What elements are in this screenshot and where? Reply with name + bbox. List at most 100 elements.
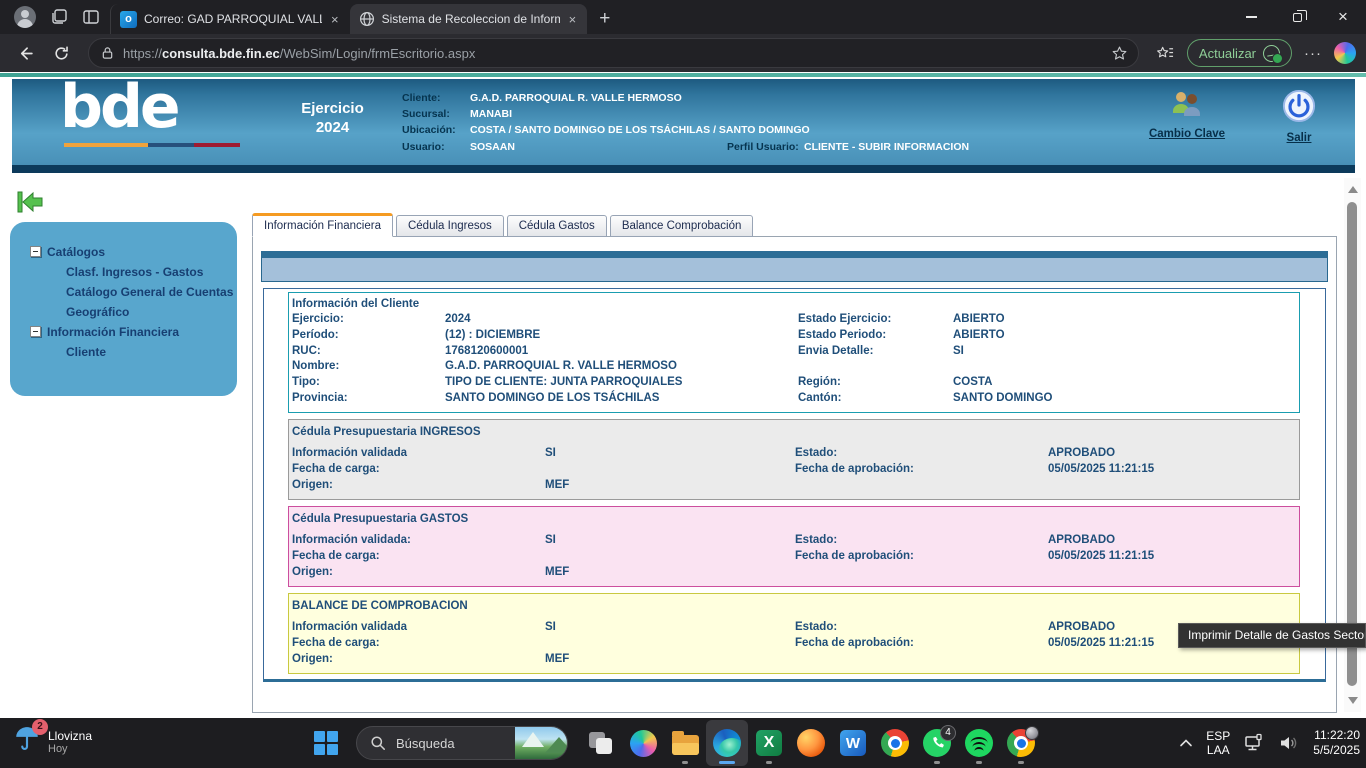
salir-link[interactable]: Salir <box>1244 89 1354 144</box>
firefox-icon[interactable] <box>790 720 832 766</box>
sidebar-item-catalogo-general-cuentas[interactable]: Catálogo General de Cuentas <box>10 282 237 302</box>
field-value: TIPO DE CLIENTE: JUNTA PARROQUIALES <box>445 375 798 391</box>
section-title: Cédula Presupuestaria INGRESOS <box>292 424 1299 440</box>
date: 5/5/2025 <box>1313 743 1360 758</box>
scrollbar-thumb[interactable] <box>1347 202 1357 686</box>
close-tab-icon[interactable]: × <box>567 12 579 27</box>
tree-minus-icon[interactable] <box>30 246 41 257</box>
tab-cedula-ingresos[interactable]: Cédula Ingresos <box>396 215 504 237</box>
network-icon[interactable] <box>1243 733 1265 753</box>
cliente-label: Cliente: <box>402 90 470 106</box>
system-tray: ESP LAA 11:22:20 5/5/2025 <box>1179 718 1360 768</box>
spotify-icon[interactable] <box>958 720 1000 766</box>
sidebar-item-clasf-ingresos-gastos[interactable]: Clasf. Ingresos - Gastos <box>10 262 237 282</box>
more-options-icon[interactable]: ··· <box>1298 45 1328 62</box>
edge-icon[interactable] <box>706 720 748 766</box>
content-container: Información del Cliente Ejercicio:2024Es… <box>252 236 1337 713</box>
sidebar-item-informacion-financiera[interactable]: Información Financiera <box>10 322 237 342</box>
tab-informacion-financiera[interactable]: Información Financiera <box>252 213 393 237</box>
field-label <box>798 359 953 375</box>
section-cedula-ingresos: Cédula Presupuestaria INGRESOS Informaci… <box>288 419 1300 500</box>
globe-icon <box>359 11 375 27</box>
tree-minus-icon[interactable] <box>30 326 41 337</box>
weather-badge: 2 <box>32 719 48 735</box>
field-value: MEF <box>545 477 795 493</box>
copilot-icon[interactable] <box>1334 42 1356 64</box>
back-icon[interactable] <box>10 38 40 68</box>
vertical-tabs-icon[interactable] <box>82 8 100 26</box>
section-title: Cédula Presupuestaria GASTOS <box>292 511 1299 527</box>
word-icon[interactable]: W <box>832 720 874 766</box>
field-label: Región: <box>798 375 953 391</box>
field-label: Origen: <box>292 564 545 580</box>
start-button[interactable] <box>314 731 338 755</box>
scroll-up-icon[interactable] <box>1348 186 1358 193</box>
field-value: ABIERTO <box>953 328 1299 344</box>
field-value <box>545 461 795 477</box>
sidebar-item-catalogos[interactable]: Catálogos <box>10 242 237 262</box>
chrome-icon[interactable] <box>874 720 916 766</box>
browser-tab-sistema[interactable]: Sistema de Recoleccion de Inform × <box>350 4 588 34</box>
scroll-down-icon[interactable] <box>1348 697 1358 704</box>
browser-toolbar: https://consulta.bde.fin.ec/WebSim/Login… <box>0 34 1366 72</box>
taskbar: 2 Llovizna Hoy Búsqueda X W <box>0 718 1366 768</box>
weather-widget[interactable]: 2 Llovizna Hoy <box>6 723 100 760</box>
search-placeholder: Búsqueda <box>396 736 455 751</box>
excel-icon[interactable]: X <box>748 720 790 766</box>
refresh-icon[interactable] <box>46 38 76 68</box>
clock[interactable]: 11:22:20 5/5/2025 <box>1313 728 1360 758</box>
actualizar-button[interactable]: Actualizar <box>1187 39 1292 67</box>
browser-tab-outlook[interactable]: o Correo: GAD PARROQUIAL VALLE × <box>110 4 350 34</box>
outlook-icon: o <box>120 11 137 28</box>
favorites-icon[interactable] <box>1151 38 1181 68</box>
bookmark-star-icon[interactable] <box>1111 45 1128 62</box>
sucursal-label: Sucursal: <box>402 106 470 122</box>
tab-cedula-gastos[interactable]: Cédula Gastos <box>507 215 607 237</box>
profile-badge <box>1025 726 1039 740</box>
sidebar-item-cliente[interactable]: Cliente <box>10 342 237 362</box>
bde-logo: bde <box>60 75 178 139</box>
copilot-taskbar-icon[interactable] <box>622 720 664 766</box>
restore-button[interactable] <box>1274 0 1320 34</box>
actualizar-label: Actualizar <box>1199 46 1256 61</box>
field-value: SI <box>545 532 795 548</box>
chrome-profile-icon[interactable] <box>1000 720 1042 766</box>
field-label: Período: <box>292 328 445 344</box>
tray-chevron-icon[interactable] <box>1179 738 1193 748</box>
field-label: Cantón: <box>798 391 953 407</box>
health-check-icon <box>1263 45 1280 62</box>
browser-titlebar: o Correo: GAD PARROQUIAL VALLE × Sistema… <box>0 0 1366 34</box>
perfil-label: Perfil Usuario: <box>727 139 804 155</box>
whatsapp-icon[interactable]: 4 <box>916 720 958 766</box>
window-close-button[interactable]: × <box>1320 0 1366 34</box>
field-label: Nombre: <box>292 359 445 375</box>
session-info: Cliente:G.A.D. PARROQUIAL R. VALLE HERMO… <box>402 90 969 155</box>
field-value: 1768120600001 <box>445 344 798 360</box>
tab-balance-comprobacion[interactable]: Balance Comprobación <box>610 215 754 237</box>
cambio-clave-link[interactable]: Cambio Clave <box>1132 89 1242 140</box>
field-label: Información validada <box>292 445 545 461</box>
new-tab-button[interactable]: + <box>587 8 622 34</box>
close-tab-icon[interactable]: × <box>329 12 341 27</box>
address-bar[interactable]: https://consulta.bde.fin.ec/WebSim/Login… <box>88 38 1139 68</box>
field-label: Fecha de aprobación: <box>795 461 1048 477</box>
usuario-label: Usuario: <box>402 139 470 155</box>
minimize-button[interactable] <box>1228 0 1274 34</box>
search-input[interactable]: Búsqueda <box>356 726 568 760</box>
field-value: 05/05/2025 11:21:15 <box>1048 461 1299 477</box>
field-label: Provincia: <box>292 391 445 407</box>
sidebar-item-geografico[interactable]: Geográfico <box>10 302 237 322</box>
file-explorer-icon[interactable] <box>664 720 706 766</box>
field-label: RUC: <box>292 344 445 360</box>
collapse-menu-icon[interactable] <box>16 190 44 219</box>
profile-avatar-icon[interactable] <box>14 6 36 28</box>
field-value: ABIERTO <box>953 312 1299 328</box>
task-view-button[interactable] <box>580 720 622 766</box>
language-indicator[interactable]: ESP LAA <box>1206 729 1230 757</box>
field-label: Origen: <box>292 651 545 667</box>
search-highlight-image[interactable] <box>515 727 567 759</box>
volume-icon[interactable] <box>1278 734 1300 752</box>
client-info-title: Información del Cliente <box>292 296 1299 312</box>
tab-groups-icon[interactable] <box>50 8 68 26</box>
web-page: bde Ejercicio2024 Cliente:G.A.D. PARROQU… <box>0 72 1366 718</box>
